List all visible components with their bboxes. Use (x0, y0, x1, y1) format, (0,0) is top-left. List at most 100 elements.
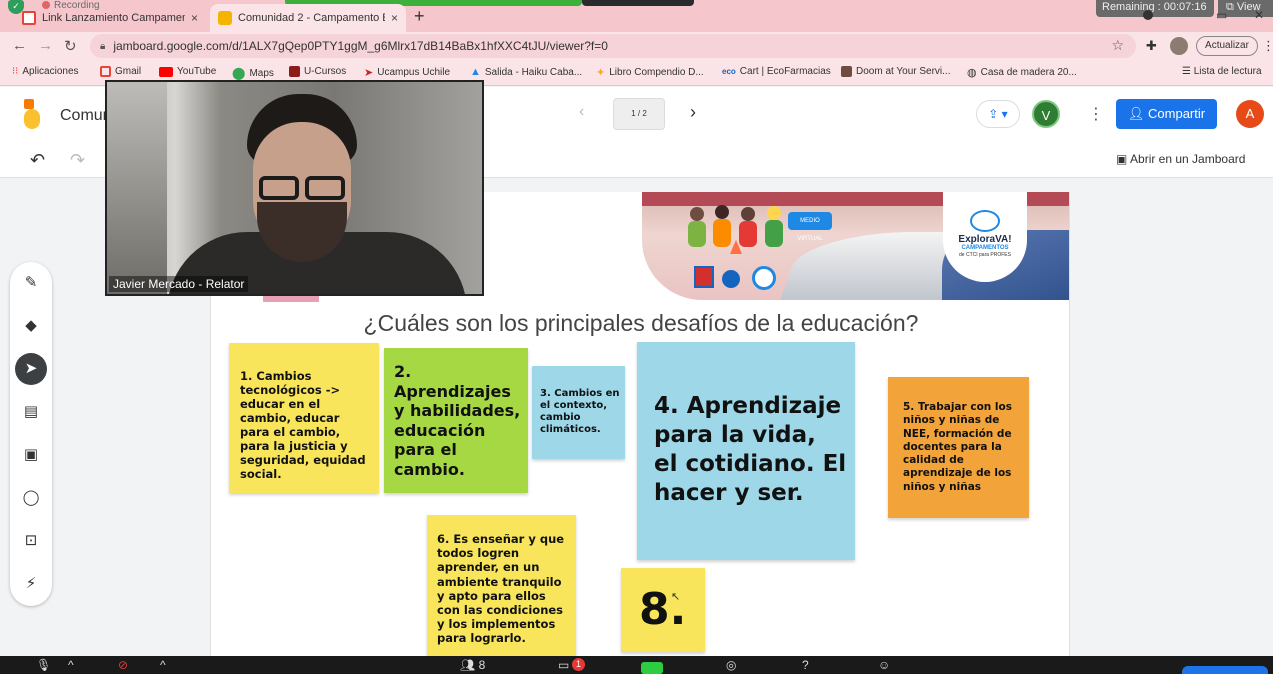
microphone-icon[interactable]: 🎙︎ (36, 658, 51, 672)
redo-icon[interactable]: ↷ (70, 150, 85, 171)
participants-count: 8 (478, 658, 486, 672)
zoom-handle-icon[interactable] (1143, 10, 1153, 20)
bookmark-maps[interactable]: ⬤ Maps (232, 66, 274, 80)
bookmark-label: Maps (249, 67, 274, 79)
close-window-icon[interactable]: ✕ (1254, 8, 1264, 22)
webcam-video-tile[interactable]: Javier Mercado - Relator (105, 80, 484, 296)
collaborator-avatar-v[interactable]: V (1032, 100, 1060, 128)
text-box-tool-icon[interactable]: ⊡ (15, 525, 47, 557)
extensions-puzzle-icon[interactable]: ✚ (1146, 38, 1157, 54)
sticky-note-4[interactable]: 4. Aprendizaje para la vida, el cotidian… (637, 342, 855, 560)
brand-sub2: de CTCI para PROFES (959, 252, 1011, 258)
youtube-icon (159, 66, 173, 77)
url-bar[interactable]: 🔒︎ jamboard.google.com/d/1ALX7gQep0PTY1g… (90, 34, 1136, 58)
close-tab-icon[interactable]: × (391, 11, 398, 25)
explora-small-logo (722, 270, 740, 288)
sticky-note-3[interactable]: 3. Cambios en el contexto, cambio climát… (532, 366, 625, 459)
reload-icon[interactable]: ↻ (64, 37, 77, 55)
bookmark-libro-compendio[interactable]: ✦ Libro Compendio D... (596, 66, 704, 79)
share-button[interactable]: 👤︎ Compartir (1116, 99, 1217, 129)
pink-shape[interactable] (263, 296, 319, 302)
question-heading[interactable]: ¿Cuáles son los principales desafíos de … (211, 310, 1069, 337)
bookmark-label: U-Cursos (304, 66, 347, 77)
bookmark-star-icon[interactable]: ☆ (1111, 37, 1124, 54)
back-arrow-icon[interactable]: ← (12, 37, 27, 54)
sticky-note-6[interactable]: 6. Es enseñar y que todos logren aprende… (427, 515, 576, 656)
bookmark-u-cursos[interactable]: U-Cursos (289, 66, 346, 77)
add-image-tool-icon[interactable]: ▣ (15, 439, 47, 471)
apps-grid-icon: ⁝⁝ (12, 66, 19, 77)
exploracva-badge: ExploraVA! CAMPAMENTOS de CTCI para PROF… (943, 192, 1027, 282)
eraser-tool-icon[interactable]: ◆ (15, 310, 47, 342)
participant-name-label: Javier Mercado - Relator (109, 276, 249, 292)
video-options-chevron-icon[interactable]: ^ (160, 658, 166, 672)
next-frame-button[interactable]: › (690, 102, 696, 123)
bookmark-ecofarmacias[interactable]: eco Cart | EcoFarmacias (722, 66, 831, 77)
bookmark-label: Ucampus Uchile (377, 67, 451, 78)
bookmark-label: Aplicaciones (22, 66, 79, 77)
tab-comunidad-2[interactable]: Comunidad 2 - Campamento Exp × (210, 4, 406, 32)
frame-indicator: 1 / 2 (631, 109, 647, 118)
restore-window-icon[interactable]: ▭ (1216, 8, 1227, 22)
bookmark-youtube[interactable]: YouTube (159, 66, 216, 77)
new-tab-button[interactable]: + (414, 6, 425, 27)
doom-icon (841, 66, 852, 77)
zoom-remaining-timer: Remaining : 00:07:16 (1096, 0, 1214, 17)
reactions-icon[interactable]: ☺ (878, 658, 890, 672)
update-button[interactable]: Actualizar (1196, 36, 1258, 56)
pen-tool-icon[interactable]: ✎ (15, 267, 47, 299)
tab-link-lanzamiento[interactable]: Link Lanzamiento Campamento × (14, 4, 206, 32)
chrome-menu-icon[interactable]: ⋮ (1262, 38, 1273, 54)
browser-profile-avatar[interactable] (1170, 37, 1188, 55)
gmail-favicon-icon (22, 11, 36, 25)
bookmark-gmail[interactable]: Gmail (100, 66, 141, 77)
bookmark-casa-madera[interactable]: ◍ Casa de madera 20... (967, 66, 1077, 79)
leave-meeting-button[interactable] (1182, 666, 1268, 674)
sticky-note-tool-icon[interactable]: ▤ (15, 396, 47, 428)
sticky-note-1[interactable]: 1. Cambios tecnológicos -> educar en el … (229, 343, 379, 493)
circle-shape-tool-icon[interactable]: ◯ (15, 482, 47, 514)
bookmark-ucampus[interactable]: ➤ Ucampus Uchile (364, 66, 450, 79)
frame-bar-toggle[interactable]: 1 / 2 (613, 98, 665, 130)
open-in-jamboard-button[interactable]: ▣ Abrir en un Jamboard (1116, 152, 1245, 166)
drawing-toolbar: ✎ ◆ ➤ ▤ ▣ ◯ ⊡ ⚡︎ (10, 262, 52, 606)
present-button[interactable]: ⇪ ▾ (976, 100, 1020, 128)
webcam-window-frame (107, 82, 167, 294)
bookmark-label: YouTube (177, 66, 217, 77)
jam-title[interactable]: Comun (60, 107, 112, 125)
compendio-icon: ✦ (596, 67, 606, 79)
mic-options-chevron-icon[interactable]: ^ (68, 658, 74, 672)
bookmark-label: Libro Compendio D... (609, 67, 704, 78)
select-tool-icon[interactable]: ➤ (15, 353, 47, 385)
sticky-note-2[interactable]: 2. Aprendizajes y habilidades, educación… (384, 348, 528, 493)
share-screen-icon[interactable] (641, 662, 663, 674)
undo-icon[interactable]: ↶ (30, 150, 45, 171)
zoom-share-bar-dark[interactable] (582, 0, 694, 6)
brand-name: ExploraVA! (958, 234, 1012, 245)
medio-virtual-tag: MEDIO VIRTUAL (788, 212, 832, 242)
chat-icon[interactable]: ▭ (558, 658, 569, 672)
open-in-jamboard-label: Abrir en un Jamboard (1130, 152, 1246, 166)
record-icon[interactable]: ◎ (726, 658, 736, 672)
gobierno-chile-logo (694, 266, 714, 288)
bookmark-label: Salida - Haiku Caba... (484, 66, 583, 78)
account-avatar-a[interactable]: A (1236, 100, 1264, 128)
bookmark-aplicaciones[interactable]: ⁝⁝ Aplicaciones (12, 66, 79, 77)
jamboard-favicon-icon (218, 11, 232, 25)
bookmark-salida-haiku[interactable]: ▲ Salida - Haiku Caba... (470, 66, 582, 78)
help-icon[interactable]: ? (802, 658, 809, 672)
globe-icon: ◍ (967, 67, 977, 79)
previous-frame-button[interactable]: ‹ (579, 103, 584, 121)
reading-list[interactable]: ☰ Lista de lectura (1182, 66, 1262, 77)
tab-title: Comunidad 2 - Campamento Exp (238, 12, 385, 24)
video-off-icon[interactable]: ⊘ (118, 658, 128, 672)
more-options-icon[interactable]: ⋮ (1088, 104, 1104, 124)
campamento-banner-image: MEDIO VIRTUAL ExploraVA! CAMPAMENTOS de … (642, 192, 1069, 300)
sticky-note-5[interactable]: 5. Trabajar con los niños y niñas de NEE… (888, 377, 1029, 518)
close-tab-icon[interactable]: × (191, 11, 198, 25)
forward-arrow-icon[interactable]: → (38, 37, 53, 54)
bookmark-doom[interactable]: Doom at Your Servi... (841, 66, 951, 77)
laser-tool-icon[interactable]: ⚡︎ (15, 568, 47, 600)
sticky-note-8[interactable]: 8. (621, 568, 705, 652)
participants-icon[interactable]: 👥︎ 8 (460, 658, 485, 672)
